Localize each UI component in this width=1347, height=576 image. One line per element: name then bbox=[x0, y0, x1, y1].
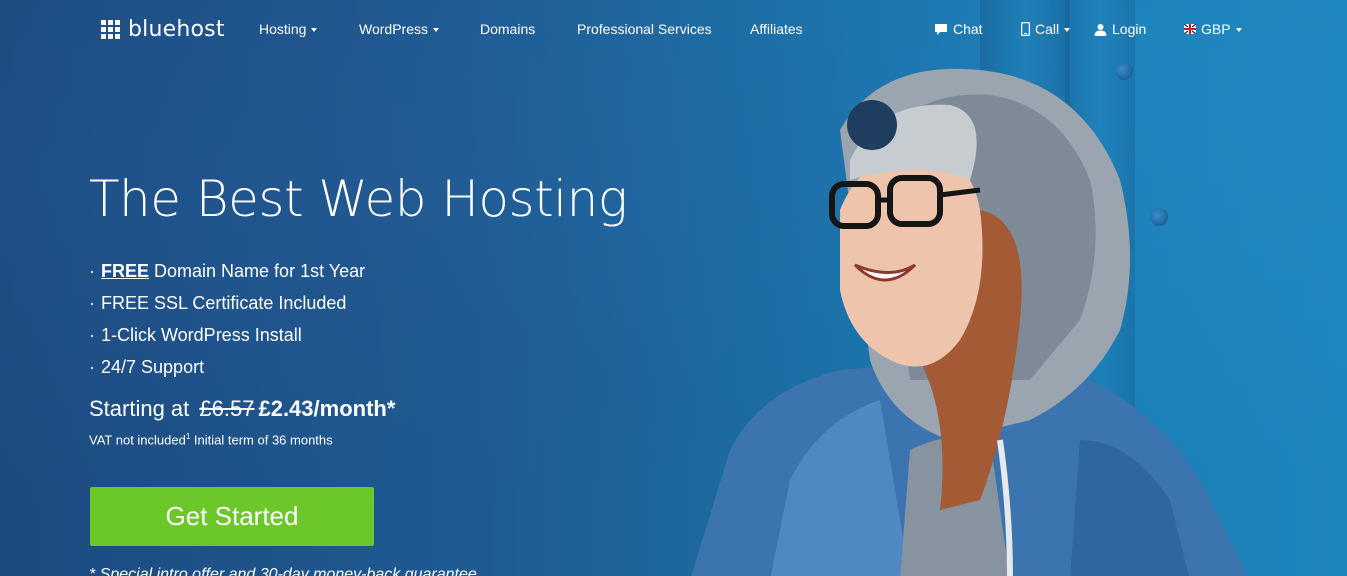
nav-domains-label: Domains bbox=[480, 21, 536, 37]
nav-currency-label: GBP bbox=[1201, 21, 1231, 37]
nav-professional-services-label: Professional Services bbox=[577, 21, 712, 37]
nav-login[interactable]: Login bbox=[1094, 21, 1146, 37]
nav-chat-label: Chat bbox=[953, 21, 983, 37]
nav-affiliates[interactable]: Affiliates bbox=[750, 21, 803, 37]
old-price: £6.57 bbox=[199, 396, 255, 421]
user-icon bbox=[1094, 23, 1107, 36]
guarantee-note: * Special intro offer and 30-day money-b… bbox=[89, 566, 477, 576]
feature-item: · FREE SSL Certificate Included bbox=[89, 293, 347, 313]
price-line: Starting at £6.57 £2.43/month* bbox=[89, 396, 395, 422]
caret-down-icon bbox=[1064, 27, 1071, 32]
hero-headline: The Best Web Hosting bbox=[89, 170, 628, 228]
bluehost-logo[interactable]: bluehost bbox=[101, 17, 225, 42]
feature-item: · 1-Click WordPress Install bbox=[89, 325, 302, 345]
nav-call-label: Call bbox=[1035, 21, 1060, 37]
caret-down-icon bbox=[432, 27, 439, 32]
vat-footnote-marker: 1 bbox=[185, 432, 191, 441]
logo-grid-icon bbox=[101, 20, 120, 39]
uk-flag-icon bbox=[1184, 24, 1196, 34]
nav-login-label: Login bbox=[1112, 21, 1147, 37]
caret-down-icon bbox=[1235, 27, 1242, 32]
feature-list: · FREE Domain Name for 1st Year · FREE SSL… bbox=[89, 258, 365, 386]
feature-text: Domain Name for 1st Year bbox=[149, 261, 366, 281]
price-prefix: Starting at bbox=[89, 396, 190, 421]
top-navigation: bluehost Hosting WordPress Domains Profe… bbox=[0, 0, 1347, 60]
nav-wordpress[interactable]: WordPress bbox=[359, 21, 439, 37]
nav-domains[interactable]: Domains bbox=[480, 21, 535, 37]
feature-highlight: FREE bbox=[101, 261, 150, 281]
price-fine-print: VAT not included1 Initial term of 36 mon… bbox=[89, 432, 333, 447]
feature-item: · FREE Domain Name for 1st Year bbox=[89, 261, 366, 281]
vat-note: VAT not included bbox=[89, 432, 186, 448]
chat-bubble-icon bbox=[935, 23, 947, 35]
nav-professional-services[interactable]: Professional Services bbox=[577, 21, 712, 37]
feature-text: FREE SSL Certificate Included bbox=[101, 293, 347, 313]
nav-chat[interactable]: Chat bbox=[934, 21, 983, 37]
term-note: Initial term of 36 months bbox=[193, 432, 333, 448]
nav-affiliates-label: Affiliates bbox=[750, 21, 803, 37]
nav-currency[interactable]: GBP bbox=[1184, 21, 1242, 37]
get-started-button[interactable]: Get Started bbox=[90, 487, 374, 546]
nav-hosting-label: Hosting bbox=[259, 21, 307, 37]
new-price: £2.43/month* bbox=[258, 396, 396, 421]
nav-wordpress-label: WordPress bbox=[359, 21, 428, 37]
feature-text: 24/7 Support bbox=[101, 357, 205, 377]
caret-down-icon bbox=[311, 27, 318, 32]
phone-icon bbox=[1021, 22, 1030, 36]
logo-text: bluehost bbox=[128, 17, 225, 42]
feature-text: 1-Click WordPress Install bbox=[101, 325, 302, 345]
nav-hosting[interactable]: Hosting bbox=[259, 21, 318, 37]
feature-item: · 24/7 Support bbox=[89, 357, 205, 377]
nav-call[interactable]: Call bbox=[1021, 21, 1071, 37]
hero-person-image bbox=[691, 68, 1248, 576]
